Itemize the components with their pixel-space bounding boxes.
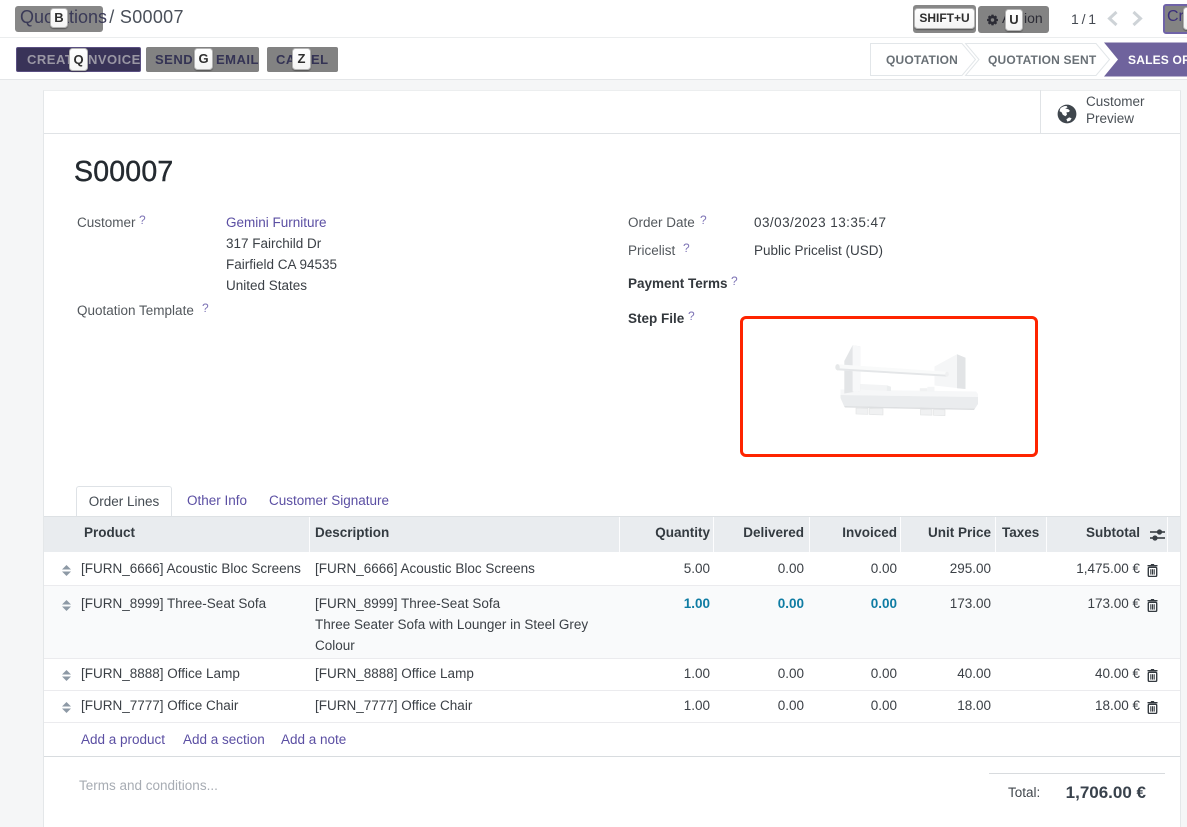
svg-text:QUOTATION SENT: QUOTATION SENT <box>988 53 1097 67</box>
svg-text:SALES ORDER: SALES ORDER <box>1128 53 1187 67</box>
svg-text:QUOTATION: QUOTATION <box>886 53 958 67</box>
